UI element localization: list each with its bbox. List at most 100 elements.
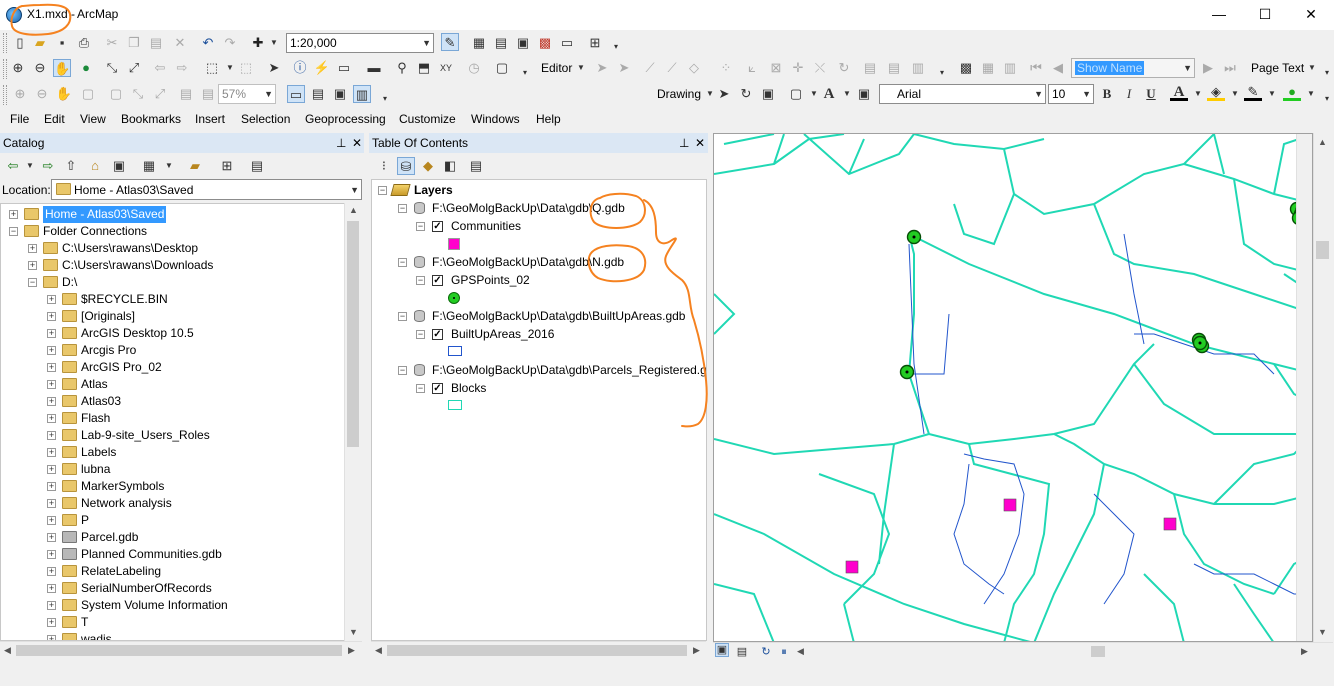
layout-view-icon[interactable]: ▤: [733, 643, 751, 661]
first-page-icon[interactable]: ⏮: [1027, 59, 1045, 77]
model-builder-icon[interactable]: ⊞: [586, 34, 604, 52]
map-scale-combo[interactable]: 1:20,000 ▼: [286, 33, 434, 53]
callout-icon[interactable]: ▣: [855, 85, 873, 103]
label-priority-icon[interactable]: ▥: [1001, 59, 1019, 77]
fill-color-dropdown-icon[interactable]: ▼: [1226, 85, 1244, 103]
edit-tool-icon[interactable]: ➤: [593, 59, 611, 77]
toolbar-options-icon[interactable]: ▾: [376, 90, 394, 108]
print-icon[interactable]: ⎙: [75, 34, 93, 52]
catalog-close-button[interactable]: ✕: [352, 133, 362, 153]
toolbar-options-icon[interactable]: ▾: [1318, 90, 1334, 108]
location-combo[interactable]: Home - Atlas03\Saved ▼: [51, 179, 362, 200]
data-driven-pages-icon[interactable]: ▥: [353, 85, 371, 103]
scroll-down-icon[interactable]: ▼: [349, 627, 358, 637]
expand-icon[interactable]: +: [47, 601, 56, 610]
full-extent-globe-icon[interactable]: ●: [77, 59, 95, 77]
collapse-icon[interactable]: −: [398, 258, 407, 267]
menu-view[interactable]: View: [80, 112, 106, 126]
toolbar-options-icon[interactable]: ▾: [1318, 64, 1334, 82]
expand-icon[interactable]: +: [47, 295, 56, 304]
expand-icon[interactable]: +: [47, 363, 56, 372]
catalog-tree-item[interactable]: + wadis: [1, 631, 344, 640]
up-one-level-icon[interactable]: ⇧: [62, 157, 80, 175]
undo-icon[interactable]: ↶: [199, 34, 217, 52]
expand-icon[interactable]: +: [47, 448, 56, 457]
edit-vertices-icon[interactable]: ⁘: [717, 59, 735, 77]
toc-layer-row[interactable]: − ✓ BuiltUpAreas_2016: [372, 326, 706, 343]
catalog-tree-item[interactable]: + Network analysis: [1, 495, 344, 512]
editor-toolbar-icon[interactable]: ✎: [441, 33, 459, 51]
layer-symbol-circle-dot[interactable]: [448, 292, 460, 304]
community-marker[interactable]: [1003, 498, 1017, 512]
label-manager-icon[interactable]: ▦: [979, 59, 997, 77]
scroll-down-icon[interactable]: ▼: [1318, 627, 1327, 637]
expand-icon[interactable]: +: [47, 346, 56, 355]
toc-source-group[interactable]: − F:\GeoMolgBackUp\Data\gdb\Parcels_Regis…: [372, 362, 706, 379]
catalog-tree-item[interactable]: + ArcGIS Pro_02: [1, 359, 344, 376]
catalog-tree-item[interactable]: + Home - Atlas03\Saved: [1, 206, 344, 223]
find-route-icon[interactable]: ⬒: [415, 59, 433, 77]
paste-icon[interactable]: ▤: [147, 34, 165, 52]
menu-file[interactable]: File: [10, 112, 29, 126]
menu-insert[interactable]: Insert: [195, 112, 225, 126]
expand-icon[interactable]: +: [47, 516, 56, 525]
copy-icon[interactable]: ❐: [125, 34, 143, 52]
pan-hand-icon[interactable]: ✋: [53, 59, 71, 77]
line-color-icon[interactable]: ✎: [1244, 83, 1262, 101]
toolbar-options-icon[interactable]: ▾: [607, 38, 625, 56]
search-window-icon[interactable]: ▣: [514, 34, 532, 52]
drawing-menu[interactable]: Drawing: [657, 85, 701, 103]
time-slider-icon[interactable]: ◷: [465, 59, 483, 77]
expand-icon[interactable]: +: [47, 414, 56, 423]
attributes-icon[interactable]: ↻: [835, 59, 853, 77]
options-icon[interactable]: ▤: [248, 157, 266, 175]
catalog-tree-item[interactable]: + [Originals]: [1, 308, 344, 325]
catalog-tree-item[interactable]: + C:\Users\rawans\Downloads: [1, 257, 344, 274]
toc-layer-row[interactable]: − ✓ GPSPoints_02: [372, 272, 706, 289]
show-name-combo[interactable]: Show Name ▼: [1071, 58, 1195, 78]
layer-symbol-square-outline[interactable]: [448, 400, 462, 410]
catalog-vertical-scrollbar[interactable]: ▲ ▼: [344, 203, 361, 641]
clear-selection-icon[interactable]: ⬚: [237, 59, 255, 77]
scroll-up-icon[interactable]: ▲: [349, 205, 358, 215]
toolbar-grip[interactable]: [3, 85, 7, 105]
catalog-tree-item[interactable]: + T: [1, 614, 344, 631]
table-of-contents-icon[interactable]: ▦: [470, 34, 488, 52]
expand-icon[interactable]: +: [47, 482, 56, 491]
home-icon[interactable]: ⌂: [86, 157, 104, 175]
community-marker[interactable]: [845, 560, 859, 574]
scroll-right-icon[interactable]: ▶: [1301, 646, 1308, 657]
zoom-out-icon[interactable]: ⊖: [31, 59, 49, 77]
forward-icon[interactable]: ⇨: [39, 157, 57, 175]
expand-icon[interactable]: +: [9, 210, 18, 219]
pause-drawing-icon[interactable]: ⏸: [775, 643, 793, 661]
fixed-zoom-out-icon[interactable]: ⤢: [125, 59, 143, 77]
toolbar-grip[interactable]: [3, 33, 7, 53]
expand-icon[interactable]: +: [47, 465, 56, 474]
scroll-left-icon[interactable]: ◀: [4, 645, 11, 656]
select-elements-arrow-icon[interactable]: ➤: [265, 59, 283, 77]
editor-dropdown-icon[interactable]: ▼: [572, 59, 590, 77]
collapse-icon[interactable]: −: [398, 204, 407, 213]
toc-options-icon[interactable]: ▤: [467, 157, 485, 175]
map-canvas[interactable]: [714, 134, 1313, 642]
marker-color-icon[interactable]: ●: [1283, 83, 1301, 101]
layer-symbol-square-fill[interactable]: [448, 238, 460, 250]
expand-icon[interactable]: +: [47, 431, 56, 440]
expand-icon[interactable]: +: [47, 533, 56, 542]
html-popup-icon[interactable]: ▭: [335, 59, 353, 77]
edit-window-icon[interactable]: ▥: [909, 59, 927, 77]
layout-forward-icon[interactable]: ▤: [199, 85, 217, 103]
catalog-tree-item[interactable]: + Flash: [1, 410, 344, 427]
editor-menu[interactable]: Editor: [541, 59, 572, 77]
layout-zoom-out-icon[interactable]: ⊖: [33, 85, 51, 103]
add-data-dropdown-icon[interactable]: ▼: [265, 34, 283, 52]
find-binoculars-icon[interactable]: ⚲: [393, 59, 411, 77]
close-button[interactable]: ✕: [1288, 0, 1334, 30]
pin-icon[interactable]: ⊥: [336, 133, 346, 153]
menu-bookmarks[interactable]: Bookmarks: [121, 112, 181, 126]
toolbar-options-icon[interactable]: ▾: [933, 64, 951, 82]
save-icon[interactable]: ▪: [53, 34, 71, 52]
collapse-icon[interactable]: −: [28, 278, 37, 287]
catalog-tree-item[interactable]: + MarkerSymbols: [1, 478, 344, 495]
